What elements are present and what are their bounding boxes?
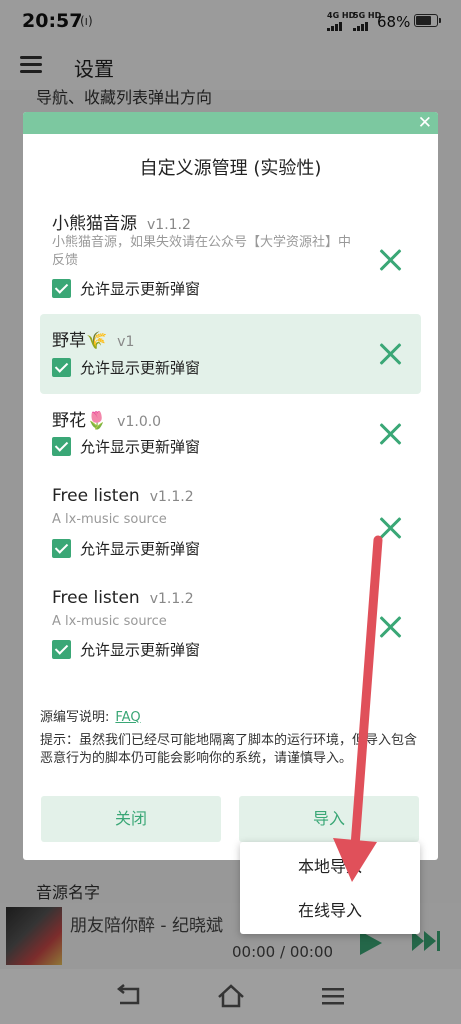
checkbox-checked-icon[interactable] <box>52 279 71 298</box>
source-version: v1.1.2 <box>149 591 194 607</box>
help-label: 源编写说明: <box>40 710 110 725</box>
update-popup-checkbox-row[interactable]: 允许显示更新弹窗 <box>52 538 200 559</box>
remove-source-icon[interactable] <box>378 422 402 446</box>
update-popup-checkbox-row[interactable]: 允许显示更新弹窗 <box>52 639 200 660</box>
source-version: v1 <box>117 334 135 350</box>
remove-source-icon[interactable] <box>378 615 402 639</box>
source-description: A lx-music source <box>52 614 167 629</box>
source-version: v1.0.0 <box>117 414 162 430</box>
faq-link[interactable]: FAQ <box>115 710 140 725</box>
dialog-title: 自定义源管理 (实验性) <box>139 158 322 179</box>
security-tip: 提示：虽然我们已经尽可能地隔离了脚本的运行环境，但导入包含恶意行为的脚本仍可能会… <box>40 733 418 766</box>
source-item: 小熊猫音源 v1.1.2 小熊猫音源，如果失效请在公众号【大学资源社】中反馈 允许… <box>40 200 421 304</box>
checkbox-label: 允许显示更新弹窗 <box>80 641 201 659</box>
source-name: Free listen <box>52 588 140 608</box>
checkbox-label: 允许显示更新弹窗 <box>80 280 201 298</box>
remove-source-icon[interactable] <box>378 516 402 540</box>
checkbox-label: 允许显示更新弹窗 <box>80 438 201 456</box>
source-description: A lx-music source <box>52 512 167 527</box>
custom-source-dialog: ✕ 自定义源管理 (实验性) 小熊猫音源 v1.1.2 小熊猫音源，如果失效请在公… <box>23 112 438 860</box>
update-popup-checkbox-row[interactable]: 允许显示更新弹窗 <box>52 436 200 457</box>
checkbox-label: 允许显示更新弹窗 <box>80 540 201 558</box>
source-item: Free listen v1.1.2 A lx-music source 允许显示… <box>40 480 421 576</box>
source-name: 野草🌾 <box>52 331 108 351</box>
source-description: 小熊猫音源，如果失效请在公众号【大学资源社】中反馈 <box>52 235 352 268</box>
source-version: v1.1.2 <box>147 217 191 233</box>
source-item: 野花🌷 v1.0.0 允许显示更新弹窗 <box>40 398 421 474</box>
source-name: 野花🌷 <box>52 411 108 431</box>
checkbox-checked-icon[interactable] <box>52 437 71 456</box>
source-item: Free listen v1.1.2 A lx-music source 允许显示… <box>40 582 421 678</box>
remove-source-icon[interactable] <box>378 248 402 272</box>
checkbox-checked-icon[interactable] <box>52 539 71 558</box>
checkbox-label: 允许显示更新弹窗 <box>80 359 201 377</box>
close-icon[interactable]: ✕ <box>418 113 432 133</box>
menu-item-online-import[interactable]: 在线导入 <box>240 888 420 934</box>
close-button[interactable]: 关闭 <box>41 796 221 842</box>
source-item-selected[interactable]: 野草🌾 v1 允许显示更新弹窗 <box>40 314 421 394</box>
remove-source-icon[interactable] <box>378 342 402 366</box>
menu-item-local-import[interactable]: 本地导入 <box>240 844 420 890</box>
source-version: v1.1.2 <box>149 489 194 505</box>
checkbox-checked-icon[interactable] <box>52 358 71 377</box>
update-popup-checkbox-row[interactable]: 允许显示更新弹窗 <box>52 357 200 378</box>
source-name: Free listen <box>52 486 140 506</box>
dialog-header-bar: ✕ <box>23 112 438 134</box>
source-help-row: 源编写说明: FAQ <box>40 706 141 725</box>
import-menu: 本地导入 在线导入 <box>240 842 420 934</box>
import-button[interactable]: 导入 <box>239 796 419 842</box>
update-popup-checkbox-row[interactable]: 允许显示更新弹窗 <box>52 278 200 299</box>
source-name: 小熊猫音源 <box>52 214 137 234</box>
checkbox-checked-icon[interactable] <box>52 640 71 659</box>
